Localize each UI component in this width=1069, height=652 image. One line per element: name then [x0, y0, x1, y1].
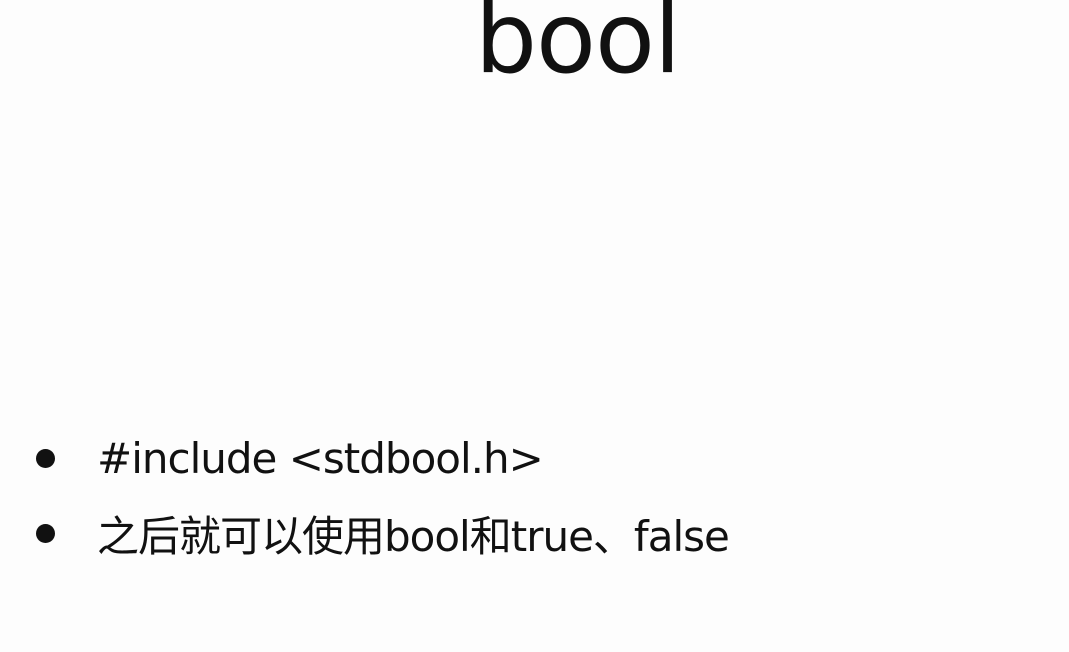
bullet-item: #include <stdbool.h>	[30, 428, 729, 488]
bullet-dot-icon	[36, 523, 55, 543]
bullet-item: 之后就可以使用bool和true、false	[30, 488, 730, 578]
bullet-list: #include <stdbool.h> 之后就可以使用bool和true、fa…	[30, 428, 730, 578]
bullet-text: 之后就可以使用bool和true、false	[97, 511, 730, 561]
bullet-text: #include <stdbool.h>	[97, 433, 544, 483]
bullet-dot-icon	[36, 448, 55, 468]
slide-title: bool	[474, 0, 681, 96]
